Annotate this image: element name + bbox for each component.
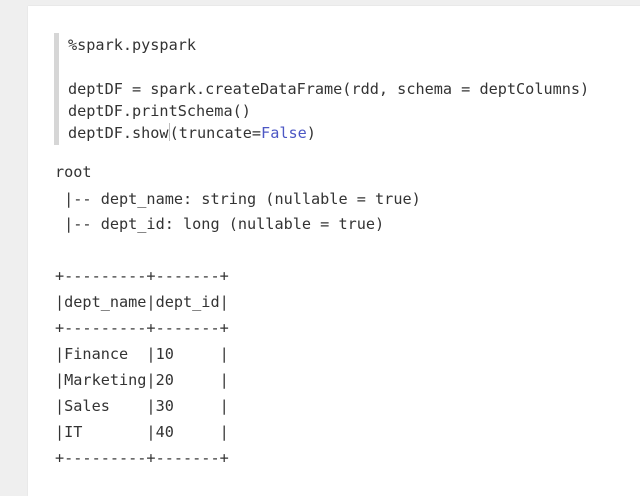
code-show-call: deptDF.show bbox=[68, 124, 169, 142]
table-row: |Finance |10 | bbox=[55, 345, 229, 363]
table-header: |dept_name|dept_id| bbox=[55, 293, 229, 311]
code-directive[interactable]: %spark.pyspark bbox=[68, 34, 196, 56]
table-row: |Marketing|20 | bbox=[55, 371, 229, 389]
code-truncate-arg: truncate= bbox=[178, 124, 262, 142]
table-border-top: +---------+-------+ bbox=[55, 267, 229, 285]
table-border-mid: +---------+-------+ bbox=[55, 319, 229, 337]
code-false-keyword: False bbox=[261, 124, 307, 142]
code-line-show[interactable]: deptDF.show(truncate=False) bbox=[68, 122, 316, 144]
schema-field-dept-id: |-- dept_id: long (nullable = true) bbox=[55, 215, 385, 233]
code-editor[interactable]: %spark.pyspark deptDF = spark.createData… bbox=[54, 33, 640, 145]
table-border-bottom: +---------+-------+ bbox=[55, 449, 229, 467]
code-line-print-schema[interactable]: deptDF.printSchema() bbox=[68, 100, 251, 122]
table-row: |Sales |30 | bbox=[55, 397, 229, 415]
code-close-paren: ) bbox=[306, 124, 316, 142]
schema-field-dept-name: |-- dept_name: string (nullable = true) bbox=[55, 190, 421, 208]
code-open-paren: ( bbox=[169, 124, 179, 142]
schema-root: root bbox=[55, 163, 92, 181]
code-line-create-dataframe[interactable]: deptDF = spark.createDataFrame(rdd, sche… bbox=[68, 78, 589, 100]
table-row: |IT |40 | bbox=[55, 423, 229, 441]
